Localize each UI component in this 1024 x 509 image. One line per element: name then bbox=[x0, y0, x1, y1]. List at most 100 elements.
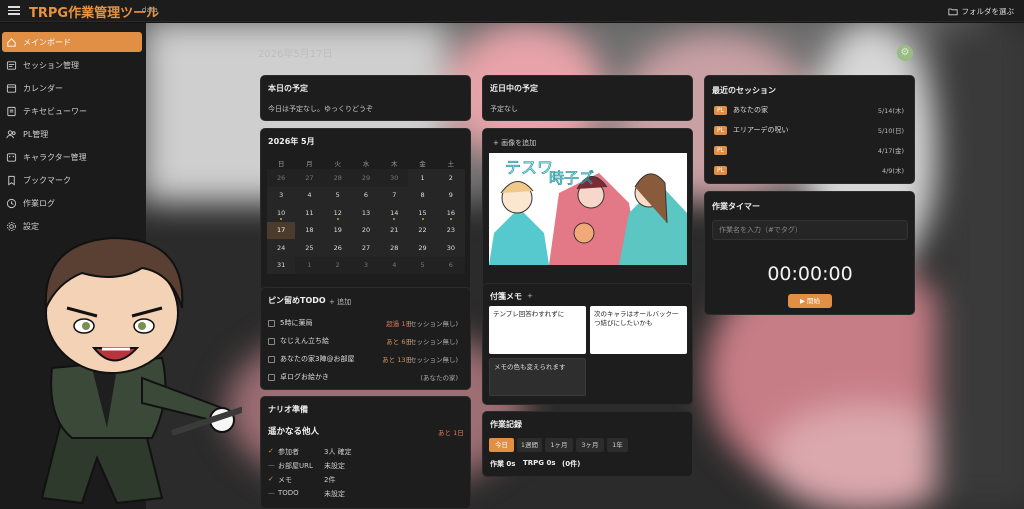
calendar-day-with-event[interactable]: 12 bbox=[323, 204, 352, 222]
calendar-day-with-event[interactable]: 10 bbox=[267, 204, 296, 222]
todo-text: 卓ログお絵かき bbox=[280, 373, 329, 381]
session-item[interactable]: PL エリアーデの呪い 5/10(日) bbox=[714, 123, 904, 137]
session-item[interactable]: PL 4/17(金) bbox=[714, 143, 904, 157]
tab-week[interactable]: 1週間 bbox=[517, 438, 542, 452]
calendar-day[interactable]: 26 bbox=[323, 239, 352, 257]
scenario-prep-card: ナリオ準備 遥かなる他人 あと 1日 ✓ 参加者 3人 確定 — お部屋URL 未設定 … bbox=[260, 396, 471, 509]
add-memo-button[interactable]: + bbox=[527, 292, 533, 300]
calendar-day-with-event[interactable]: 16 bbox=[436, 204, 465, 222]
todo-checkbox[interactable] bbox=[268, 355, 275, 363]
sidebar-item-characters[interactable]: キャラクター管理 bbox=[2, 147, 142, 167]
main-board: 2026年5月17日 ⚙ 本日の予定 今日は予定なし。ゆっくりどうぞ 2026年… bbox=[146, 23, 1024, 509]
weekday-label: 金 bbox=[419, 160, 426, 168]
work-timer-card: 作業タイマー 作業名を入力（#でタグ） 00:00:00 ▶ 開始 bbox=[704, 191, 915, 315]
settings-gear-icon[interactable]: ⚙ bbox=[897, 45, 913, 61]
todo-checkbox[interactable] bbox=[268, 373, 275, 381]
event-dot bbox=[280, 217, 283, 220]
illustration-image[interactable]: テスワ 時子ズ bbox=[489, 153, 687, 265]
calendar-day[interactable]: 28 bbox=[380, 239, 409, 257]
memo-note[interactable]: メモの色も変えられます bbox=[489, 358, 586, 396]
hamburger-menu-icon[interactable] bbox=[8, 4, 20, 16]
session-item[interactable]: PL あなたの家 5/14(木) bbox=[714, 103, 904, 117]
sidebar-item-bookmarks[interactable]: ブックマーク bbox=[2, 170, 142, 190]
tab-today[interactable]: 今日 bbox=[489, 438, 514, 452]
calendar-day[interactable]: 23 bbox=[436, 221, 465, 239]
calendar-day[interactable]: 27 bbox=[351, 239, 381, 257]
prep-value: 2件 bbox=[324, 476, 336, 484]
day-number: 15 bbox=[418, 208, 427, 217]
memo-note[interactable]: 次のキャラはオールバック一つ結びにしたいかも bbox=[590, 306, 687, 354]
memo-note[interactable]: テンプレ回答わすれずに bbox=[489, 306, 586, 354]
calendar-day[interactable]: 3 bbox=[351, 256, 381, 274]
calendar-day[interactable]: 25 bbox=[295, 239, 324, 257]
day-number: 10 bbox=[277, 208, 286, 217]
calendar-day[interactable]: 30 bbox=[380, 169, 409, 187]
calendar-day[interactable]: 24 bbox=[267, 239, 296, 257]
scenario-remaining: あと 1日 bbox=[438, 429, 464, 437]
calendar-day[interactable]: 11 bbox=[295, 204, 324, 222]
todo-checkbox[interactable] bbox=[268, 319, 275, 327]
calendar-day[interactable]: 28 bbox=[323, 169, 352, 187]
sidebar-item-label: ブックマーク bbox=[23, 175, 71, 185]
calendar-day[interactable]: 3 bbox=[267, 186, 296, 204]
calendar-day[interactable]: 6 bbox=[436, 256, 465, 274]
calendar-day[interactable]: 2 bbox=[323, 256, 352, 274]
calendar-day[interactable]: 19 bbox=[323, 221, 352, 239]
worklog-title: 作業記録 bbox=[490, 420, 522, 429]
calendar-day[interactable]: 30 bbox=[436, 239, 465, 257]
add-todo-button[interactable]: + 追加 bbox=[329, 297, 351, 307]
sidebar-item-label: カレンダー bbox=[23, 83, 63, 93]
todo-item: あなたの家3陣@お部屋 あと 13日 (セッション無し) bbox=[268, 353, 458, 365]
memo-title: 付箋メモ bbox=[490, 292, 522, 301]
calendar-day[interactable]: 29 bbox=[408, 239, 437, 257]
pl-badge: PL bbox=[714, 145, 727, 155]
sidebar-item-pl[interactable]: PL管理 bbox=[2, 124, 142, 144]
todo-item: 卓ログお絵かき (あなたの家) bbox=[268, 371, 458, 383]
calendar-day[interactable]: 31 bbox=[267, 256, 296, 274]
calendar-day[interactable]: 4 bbox=[295, 186, 324, 204]
calendar-day[interactable]: 4 bbox=[380, 256, 409, 274]
calendar-day[interactable]: 20 bbox=[351, 221, 381, 239]
add-image-button[interactable]: + 画像を追加 bbox=[493, 138, 536, 148]
calendar-day[interactable]: 6 bbox=[351, 186, 381, 204]
bookmark-icon bbox=[8, 175, 15, 185]
sidebar-item-text-viewer[interactable]: テキセビューワー bbox=[2, 101, 142, 121]
upcoming-text: 予定なし bbox=[490, 105, 518, 113]
calendar-day[interactable]: 18 bbox=[295, 221, 324, 239]
todo-category: (セッション無し) bbox=[407, 338, 458, 346]
session-date: 4/17(金) bbox=[877, 147, 904, 155]
sidebar-item-mainboard[interactable]: メインボード bbox=[2, 32, 142, 52]
current-date: 2026年5月17日 bbox=[258, 49, 333, 60]
calendar-day[interactable]: 21 bbox=[380, 221, 409, 239]
calendar-day[interactable]: 2 bbox=[436, 169, 465, 187]
calendar-day-with-event[interactable]: 15 bbox=[408, 204, 437, 222]
calendar-day[interactable]: 1 bbox=[408, 169, 437, 187]
todo-checkbox[interactable] bbox=[268, 337, 275, 345]
tab-month[interactable]: 1ヶ月 bbox=[545, 438, 573, 452]
calendar-day[interactable]: 13 bbox=[351, 204, 381, 222]
sidebar-item-label: 作業ログ bbox=[23, 198, 55, 208]
calendar-day-today[interactable]: 17 bbox=[267, 221, 296, 239]
calendar-day[interactable]: 9 bbox=[436, 186, 465, 204]
calendar-day[interactable]: 5 bbox=[408, 256, 437, 274]
sidebar-item-sessions[interactable]: セッション管理 bbox=[2, 55, 142, 75]
sidebar-item-worklog[interactable]: 作業ログ bbox=[2, 193, 142, 213]
calendar-day[interactable]: 22 bbox=[408, 221, 437, 239]
character-icon bbox=[6, 152, 17, 162]
calendar-day[interactable]: 26 bbox=[267, 169, 296, 187]
calendar-day-with-event[interactable]: 14 bbox=[380, 204, 409, 222]
calendar-day[interactable]: 8 bbox=[408, 186, 437, 204]
choose-folder-button[interactable]: フォルダを選ぶ bbox=[947, 4, 1014, 18]
start-timer-button[interactable]: ▶ 開始 bbox=[788, 294, 832, 308]
calendar-day[interactable]: 5 bbox=[323, 186, 352, 204]
calendar-day[interactable]: 29 bbox=[351, 169, 381, 187]
sidebar-item-calendar[interactable]: カレンダー bbox=[2, 78, 142, 98]
tab-year[interactable]: 1年 bbox=[607, 438, 628, 452]
calendar-day[interactable]: 7 bbox=[380, 186, 409, 204]
task-name-input[interactable]: 作業名を入力（#でタグ） bbox=[712, 220, 908, 240]
calendar-day[interactable]: 27 bbox=[295, 169, 324, 187]
tab-3months[interactable]: 3ヶ月 bbox=[576, 438, 604, 452]
calendar-day[interactable]: 1 bbox=[295, 256, 324, 274]
weekday-label: 木 bbox=[391, 160, 398, 168]
session-item[interactable]: PL 4/9(木) bbox=[714, 163, 904, 177]
